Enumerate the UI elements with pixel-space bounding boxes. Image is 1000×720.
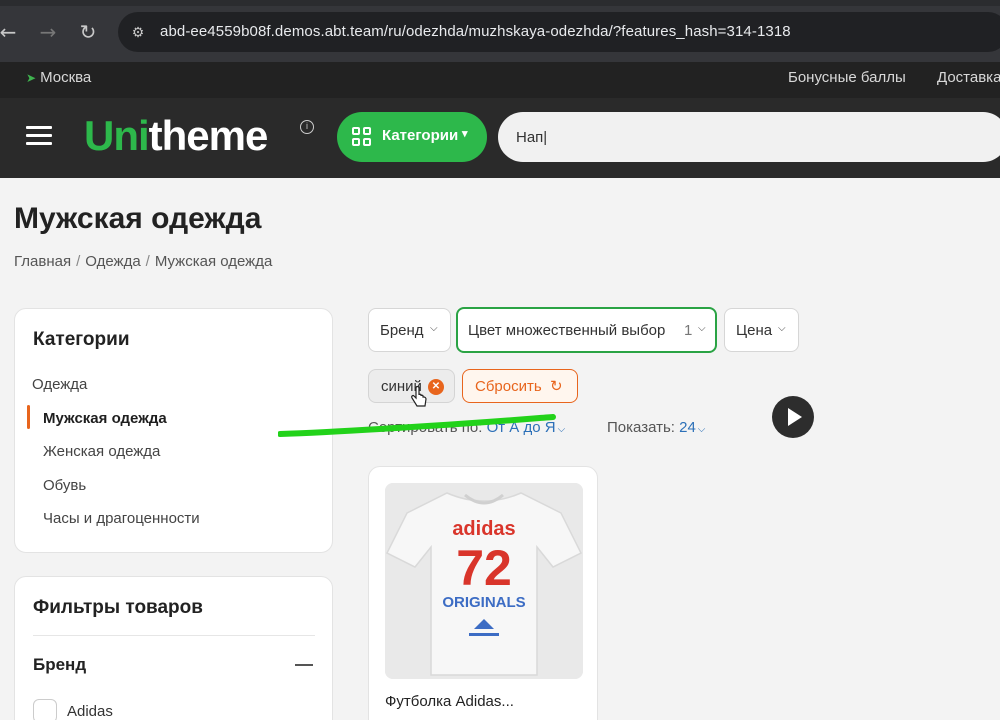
chevron-down-icon: ⌵ <box>778 323 786 334</box>
play-button[interactable] <box>772 396 814 438</box>
price-filter-dropdown[interactable]: Цена ⌵ <box>724 308 799 352</box>
remove-filter-icon[interactable]: ✕ <box>428 379 444 395</box>
reset-filters-label: Сбросить <box>475 378 542 395</box>
chevron-down-icon: ⌵ <box>430 323 438 334</box>
reset-filters-button[interactable]: Сбросить ↻ <box>462 369 578 403</box>
city-selector[interactable]: ➤ Москва <box>26 69 91 86</box>
annotation-stroke <box>278 414 556 437</box>
product-card[interactable]: adidas 72 ORIGINALS Футболка Adidas... <box>368 466 598 720</box>
brand-checkbox-adidas[interactable] <box>33 699 57 720</box>
collapse-icon[interactable] <box>295 664 313 666</box>
categories-button-label: Категории <box>382 127 459 144</box>
chevron-down-icon: ⌵ <box>698 323 706 334</box>
sidebar-item-watches-jewelry[interactable]: Часы и драгоценности <box>43 510 200 527</box>
active-indicator <box>27 405 30 429</box>
show-value[interactable]: 24 <box>679 419 696 436</box>
categories-panel-title: Категории <box>33 329 130 350</box>
breadcrumb-home[interactable]: Главная <box>14 253 71 270</box>
delivery-link[interactable]: Доставка <box>937 69 1000 86</box>
sidebar-item-clothing[interactable]: Одежда <box>32 376 87 393</box>
top-info-bar: ➤ Москва Бонусные баллы Доставка <box>0 62 1000 98</box>
brand-filter-label: Бренд <box>380 322 424 339</box>
product-filters-panel: Фильтры товаров Бренд Adidas <box>14 576 333 720</box>
tshirt-line-text: ORIGINALS <box>442 594 525 611</box>
page-size-control[interactable]: Показать: 24 ⌵ <box>607 419 705 436</box>
color-filter-dropdown[interactable]: Цвет множественный выбор 1 ⌵ <box>456 307 717 353</box>
browser-toolbar: ← → ↻ ⚙ abd-ee4559b08f.demos.abt.team/ru… <box>0 0 1000 62</box>
refresh-icon: ↻ <box>550 378 563 395</box>
bonus-link[interactable]: Бонусные баллы <box>788 69 906 86</box>
search-box[interactable] <box>498 112 1000 162</box>
logo-part-theme: theme <box>148 112 269 159</box>
filters-panel-title: Фильтры товаров <box>33 597 203 618</box>
chevron-down-icon: ▾ <box>462 128 468 140</box>
brand-filter-dropdown[interactable]: Бренд ⌵ <box>368 308 451 352</box>
location-arrow-icon: ➤ <box>26 71 37 85</box>
hand-cursor-icon <box>411 386 427 407</box>
color-filter-label: Цвет множественный выбор <box>468 322 666 339</box>
site-logo[interactable]: Unitheme <box>84 112 269 160</box>
site-settings-icon[interactable]: ⚙ <box>128 22 148 42</box>
show-label: Показать: <box>607 419 675 436</box>
address-bar[interactable]: ⚙ abd-ee4559b08f.demos.abt.team/ru/odezh… <box>118 12 1000 52</box>
menu-icon[interactable] <box>26 126 52 146</box>
breadcrumb-current: Мужская одежда <box>154 253 273 270</box>
categories-button[interactable]: Категории ▾ <box>337 112 487 162</box>
sidebar-item-mens-clothing[interactable]: Мужская одежда <box>43 410 167 427</box>
breadcrumb: Главная / Одежда / Мужская одежда <box>14 253 273 270</box>
brand-option-label[interactable]: Adidas <box>67 703 113 720</box>
reload-icon[interactable]: ↻ <box>74 18 102 46</box>
forward-icon[interactable]: → <box>34 18 62 46</box>
breadcrumb-clothing[interactable]: Одежда <box>85 253 140 270</box>
page-title: Мужская одежда <box>14 202 262 235</box>
color-filter-count: 1 <box>684 322 693 339</box>
tshirt-number-text: 72 <box>456 540 512 596</box>
tshirt-brand-text: adidas <box>452 518 515 540</box>
address-url[interactable]: abd-ee4559b08f.demos.abt.team/ru/odezhda… <box>160 23 791 40</box>
filters-divider <box>33 635 315 636</box>
product-image[interactable]: adidas 72 ORIGINALS <box>385 483 583 679</box>
info-icon[interactable]: i <box>300 120 314 134</box>
sidebar-item-shoes[interactable]: Обувь <box>43 477 86 494</box>
play-icon <box>788 408 802 426</box>
product-title[interactable]: Футболка Adidas... <box>385 693 514 710</box>
site-header: Unitheme i Категории ▾ <box>0 98 1000 178</box>
grid-icon <box>352 127 372 147</box>
chevron-down-icon: ⌵ <box>557 424 566 435</box>
tshirt-image: adidas 72 ORIGINALS <box>385 483 583 679</box>
browser-tabstrip-edge <box>0 0 1000 6</box>
price-filter-label: Цена <box>736 322 773 339</box>
search-input[interactable] <box>516 126 976 148</box>
back-icon[interactable]: ← <box>0 18 22 46</box>
brand-filter-title[interactable]: Бренд <box>33 655 86 675</box>
city-label: Москва <box>40 69 92 86</box>
logo-part-uni: Uni <box>84 112 150 159</box>
chevron-down-icon: ⌵ <box>697 424 706 435</box>
sidebar-item-womens-clothing[interactable]: Женская одежда <box>43 443 160 460</box>
